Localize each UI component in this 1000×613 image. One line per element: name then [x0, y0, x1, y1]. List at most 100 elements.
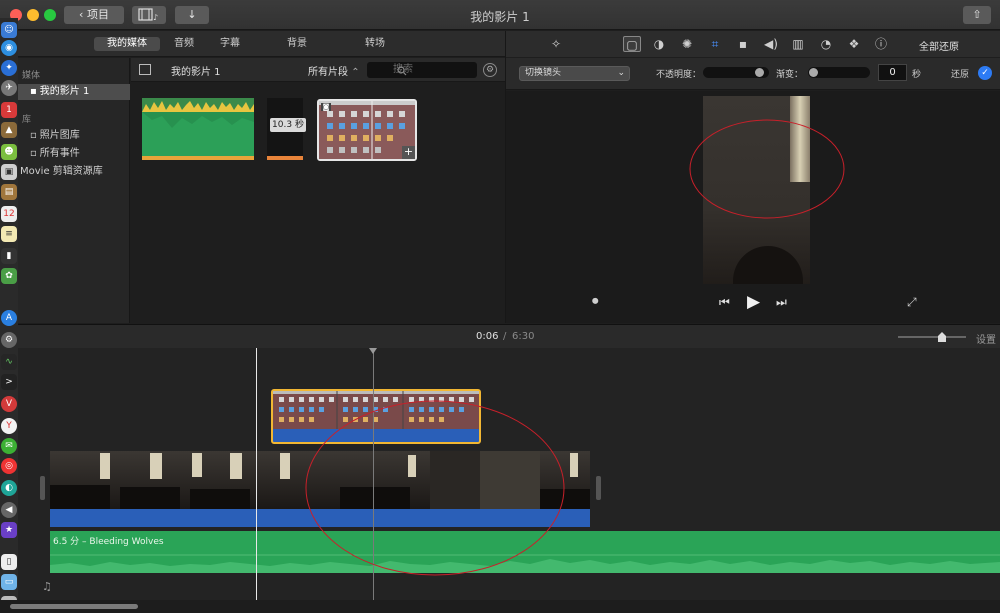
sidebar-item-library[interactable]: Movie 剪辑资源库 [18, 164, 130, 180]
current-time: 0:06 [476, 331, 499, 342]
notes-app-icon[interactable]: ▤ [1, 184, 17, 200]
sidebar-item-label: 所有事件 [39, 148, 80, 159]
stickies-icon[interactable]: ≡ [1, 226, 17, 242]
browser-settings-gear-icon[interactable]: ⚙ [483, 63, 497, 77]
fade-seconds-input[interactable]: 0 [878, 64, 907, 81]
tab-transitions[interactable]: 转场 [358, 37, 392, 51]
android-icon[interactable]: ☻ [1, 144, 17, 160]
fade-slider-thumb[interactable] [809, 68, 818, 77]
volume-icon[interactable]: ◀) [762, 36, 780, 52]
imovie-star-icon[interactable]: ★ [1, 522, 17, 538]
vivaldi-icon[interactable]: V [1, 396, 17, 412]
time-separator: / [503, 331, 507, 342]
sidebar-item-label: 照片图库 [39, 130, 80, 141]
sidebar-section-library: 库 [22, 115, 32, 125]
color-balance-icon[interactable]: ▢ [623, 36, 641, 52]
preview-icon[interactable]: ▣ [1, 164, 17, 180]
scrollbar-thumb[interactable] [10, 604, 138, 609]
play-icon[interactable]: ▶ [747, 292, 760, 312]
weibo-icon[interactable]: ◎ [1, 458, 17, 474]
fullscreen-icon[interactable]: ⤢ [907, 295, 917, 310]
app-grid-thumbnail [319, 101, 415, 159]
color-correction-icon[interactable]: ◑ [650, 36, 668, 52]
camera-icon: ◙ [321, 103, 331, 111]
search-input[interactable]: 搜索 [367, 62, 477, 78]
sidebar-item-my-movie[interactable]: ▪ 我的影片 1 [18, 84, 130, 100]
finder-icon[interactable]: ☺ [1, 22, 17, 38]
opacity-slider-thumb[interactable] [755, 68, 764, 77]
media-clip-screenshot-selected[interactable]: ◙ + [317, 99, 417, 161]
zoom-slider[interactable] [898, 332, 966, 342]
photos-app-icon[interactable]: ✿ [1, 268, 17, 284]
app-icon[interactable]: ▲ [1, 122, 17, 138]
speed-icon[interactable]: ◔ [817, 36, 835, 52]
filter-icon[interactable]: ❖ [845, 36, 863, 52]
media-clip-video[interactable]: 10.3 秒 [267, 98, 306, 160]
sidebar-item-label: Movie 剪辑资源库 [20, 166, 103, 177]
calendar-icon[interactable]: 12 [1, 206, 17, 222]
clip-right-handle[interactable] [596, 476, 601, 500]
skip-back-icon[interactable]: ⏮ [719, 295, 730, 310]
timeline: 6.5 分 – Bleeding Wolves ♫ [18, 348, 1000, 600]
app-store-icon[interactable]: A [1, 310, 17, 326]
palette-icon[interactable]: ✺ [678, 36, 696, 52]
folder-icon[interactable]: ▭ [1, 574, 17, 590]
reset-button[interactable]: 还原 [951, 67, 969, 80]
sidebar-item-photos[interactable]: ▫ 照片图库 [18, 128, 130, 144]
calendar-app-icon[interactable]: 1 [1, 102, 17, 118]
crop-icon[interactable]: ⌗ [706, 36, 724, 52]
apply-checkmark-icon[interactable]: ✓ [978, 66, 992, 80]
wechat-icon[interactable]: ✉ [1, 438, 17, 454]
tab-audio[interactable]: 音频 [168, 37, 200, 51]
browser-title: 我的影片 1 [171, 67, 221, 78]
video-viewer: ⏺ ⏮ ▶ ⏭ ⤢ [506, 91, 1000, 323]
app-icon[interactable]: ◀ [1, 502, 17, 518]
timeline-scrollbar[interactable] [0, 600, 1000, 613]
overlay-style-select[interactable]: 切换镜头 ⌄ [519, 66, 630, 81]
safari-icon[interactable]: ✦ [1, 60, 17, 76]
opacity-slider[interactable] [703, 67, 769, 78]
share-button[interactable]: ⇧ [963, 6, 991, 24]
launchpad-icon[interactable]: ✈ [1, 80, 17, 96]
tab-my-media[interactable]: 我的媒体 [94, 37, 160, 51]
timeline-settings-button[interactable]: 设置 [976, 331, 996, 346]
zoom-window-button[interactable] [44, 9, 56, 21]
app-icon[interactable]: ▮ [1, 248, 17, 264]
media-browser: 10.3 秒 ◙ + [131, 83, 505, 323]
dock-strip: ☺ ◉ ✦ ✈ 1 ▲ ☻ ▣ ▤ 12 ≡ ▮ ✿ A ⚙ ∿ > V Y ✉… [0, 18, 18, 613]
clip-left-handle[interactable] [40, 476, 45, 500]
overlay-settings-bar: 切换镜头 ⌄ 不透明度： 渐变： 0 秒 还原 ✓ [506, 58, 1000, 90]
yandex-icon[interactable]: Y [1, 418, 17, 434]
equalizer-icon[interactable]: ▥ [789, 36, 807, 52]
zoom-slider-thumb[interactable] [938, 332, 946, 342]
playhead[interactable] [256, 348, 257, 600]
add-clip-plus-icon[interactable]: + [402, 146, 415, 159]
app-icon[interactable]: ◐ [1, 480, 17, 496]
tab-backgrounds[interactable]: 背景 [281, 37, 313, 51]
chevron-down-icon: ⌄ [617, 68, 625, 78]
minimize-window-button[interactable] [27, 9, 39, 21]
clip-filter-select[interactable]: 所有片段 ⌃ [308, 63, 360, 78]
fade-slider[interactable] [808, 67, 870, 78]
media-import-button[interactable]: ♪ [132, 6, 166, 24]
import-download-button[interactable]: ↓ [175, 6, 209, 24]
siri-icon[interactable]: ◉ [1, 40, 17, 56]
tab-titles[interactable]: 字幕 [214, 37, 246, 51]
media-clip-audio[interactable] [142, 98, 254, 160]
settings-icon[interactable]: ⚙ [1, 332, 17, 348]
document-icon[interactable]: ▯ [1, 554, 17, 570]
info-icon[interactable]: ⓘ [872, 36, 890, 52]
fade-label: 渐变： [776, 70, 804, 80]
stabilization-camera-icon[interactable]: ▪ [734, 36, 752, 52]
microphone-icon[interactable]: ⏺ [592, 294, 604, 310]
red-annotation-ellipse [689, 119, 845, 219]
reset-all-button[interactable]: 全部还原 [919, 38, 959, 53]
magic-wand-icon[interactable]: ✧ [547, 36, 565, 52]
projects-back-button[interactable]: ‹ 项目 [64, 6, 124, 24]
sidebar-item-all-events[interactable]: ▫ 所有事件 [18, 146, 130, 162]
skip-forward-icon[interactable]: ⏭ [776, 295, 787, 310]
terminal-icon[interactable]: > [1, 374, 17, 390]
browser-toolbar: 我的影片 1 所有片段 ⌃ 搜索 ⚙ [131, 58, 505, 82]
sidebar-toggle-icon[interactable] [139, 64, 151, 75]
activity-monitor-icon[interactable]: ∿ [1, 354, 17, 370]
